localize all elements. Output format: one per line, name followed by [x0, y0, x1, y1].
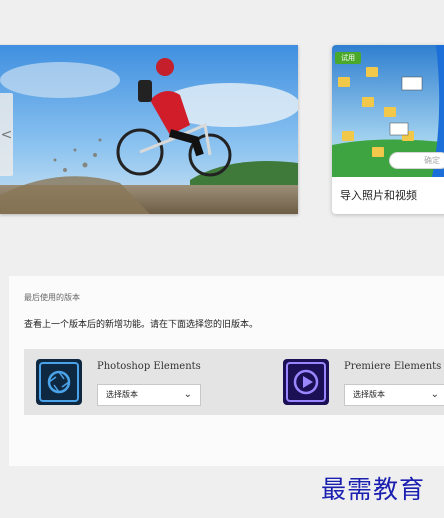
premiere-select-value: 选择版本 — [353, 390, 385, 399]
product-strip: Photoshop Elements 选择版本 ⌄ Premiere Eleme… — [24, 349, 444, 415]
chevron-down-icon: ⌄ — [430, 389, 439, 400]
carousel-card-import[interactable]: 试用 导入照片和视频 — [332, 45, 444, 214]
chevron-down-icon: ⌄ — [183, 389, 192, 400]
recent-version-panel: 最后使用的版本 查看上一个版本后的新增功能。请在下面选择您的旧版本。 Photo… — [9, 276, 444, 466]
cyclist-photo — [0, 45, 298, 214]
carousel-slide-cyclist[interactable] — [0, 45, 298, 214]
panel-description: 查看上一个版本后的新增功能。请在下面选择您的旧版本。 — [24, 320, 259, 330]
photoshop-version-select[interactable]: 选择版本 ⌄ — [97, 384, 201, 406]
product-name-premiere: Premiere Elements — [344, 361, 442, 372]
photoshop-elements-icon — [36, 359, 82, 405]
watermark-text: 最需教育 — [321, 475, 426, 504]
premiere-version-select[interactable]: 选择版本 ⌄ — [344, 384, 444, 406]
premiere-elements-icon — [283, 359, 329, 405]
product-name-photoshop: Photoshop Elements — [97, 361, 201, 372]
panel-title: 最后使用的版本 — [24, 293, 80, 302]
confirm-button[interactable]: 确定 — [389, 152, 444, 169]
carousel-prev-arrow[interactable]: < — [0, 93, 13, 176]
trial-badge: 试用 — [335, 52, 361, 64]
photoshop-select-value: 选择版本 — [106, 390, 138, 399]
import-card-label: 导入照片和视频 — [340, 189, 417, 202]
